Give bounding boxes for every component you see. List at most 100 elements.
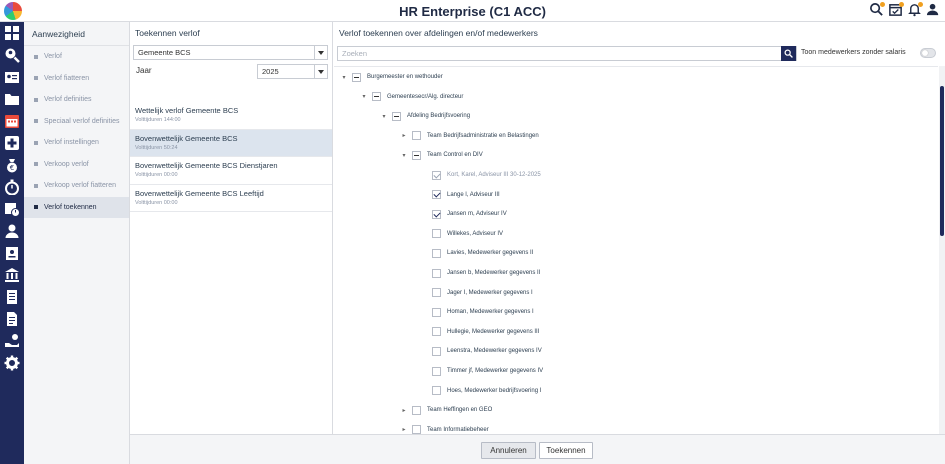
tree-node[interactable]: ▸ Team Heffingen en GEO [400, 400, 492, 420]
caret-down-icon[interactable]: ▾ [340, 74, 348, 81]
verlof-item[interactable]: Wettelijk verlof Gemeente BCS Volttijdure… [130, 102, 332, 130]
verlof-item-hours: Volttijduren 00:00 [135, 199, 178, 206]
chevron-down-icon[interactable] [314, 46, 327, 59]
tree-node[interactable]: Willekes, Adviseur IV [420, 224, 503, 244]
caret-down-icon[interactable]: ▾ [380, 113, 388, 120]
tree-node[interactable]: ▾ Afdeling Bedrijfsvoering [380, 106, 470, 126]
user-settings-icon[interactable] [926, 2, 941, 18]
money-bag-icon[interactable]: € [0, 154, 24, 176]
tree-node[interactable]: Hullegie, Medewerker gegevens III [420, 322, 539, 342]
search-input[interactable]: Zoeken [337, 46, 797, 61]
menu-item[interactable]: Verlof instellingen [24, 132, 129, 154]
badge-icon[interactable] [0, 242, 24, 264]
jaar-select[interactable]: 2025 [257, 64, 328, 79]
verlof-item[interactable]: Bovenwettelijk Gemeente BCS Dienstjaren V… [130, 157, 332, 185]
tree-checkbox[interactable] [432, 346, 441, 356]
tree-node-label: Homan, Medewerker gegevens I [447, 309, 534, 316]
toekennen-button[interactable]: Toekennen [539, 442, 593, 459]
search-person-icon[interactable] [869, 2, 885, 18]
tree-node[interactable]: Jager I, Medewerker gegevens I [420, 283, 533, 303]
search-icon [784, 49, 793, 58]
menu-item[interactable]: Speciaal verlof definities [24, 111, 129, 133]
tree-checkbox[interactable] [412, 425, 421, 434]
tree-node[interactable]: ▾ Gemeentesecr/Alg. directeur [360, 87, 463, 107]
user-icon[interactable] [0, 220, 24, 242]
search-person-icon[interactable] [0, 44, 24, 66]
caret-down-icon[interactable]: ▾ [400, 152, 408, 159]
tree-checkbox[interactable] [432, 209, 441, 219]
menu-item[interactable]: Verlof toekennen [24, 196, 129, 218]
hand-money-icon[interactable] [0, 330, 24, 352]
verlof-item[interactable]: Bovenwettelijk Gemeente BCS Volttijduren … [130, 129, 332, 157]
tree-checkbox[interactable] [392, 111, 401, 121]
gear-icon[interactable] [0, 352, 24, 374]
tree-node[interactable]: Lavies, Medewerker gegevens II [420, 243, 533, 263]
tree-checkbox[interactable] [432, 248, 441, 258]
tree-node-label: Timmer jf, Medewerker gegevens IV [447, 368, 544, 374]
tree-checkbox[interactable] [432, 268, 441, 278]
tree-checkbox[interactable] [432, 170, 441, 180]
tree-node[interactable]: Kort, Karel, Adviseur III 30-12-2025 [420, 165, 541, 185]
tree-node-label: Hoes, Medewerker bedrijfsvoering I [447, 387, 542, 394]
tree-checkbox[interactable] [432, 366, 441, 376]
regeling-select[interactable]: Gemeente BCS [133, 45, 328, 60]
tree-node[interactable]: ▾ Team Control en DIV [400, 145, 483, 165]
medical-cross-icon[interactable] [0, 132, 24, 154]
dashboard-icon[interactable] [0, 22, 24, 44]
tree-node[interactable]: ▸ Team Informatiebeheer [400, 420, 489, 434]
folder-icon[interactable] [0, 88, 24, 110]
panel-title: Verlof toekennen over afdelingen en/of m… [339, 28, 538, 38]
tree-node[interactable]: Leenstra, Medewerker gegevens IV [420, 341, 542, 361]
calendar-clock-icon[interactable] [0, 198, 24, 220]
verlof-item[interactable]: Bovenwettelijk Gemeente BCS Leeftijd Volt… [130, 185, 332, 212]
scrollbar-thumb[interactable] [940, 86, 944, 236]
tree-checkbox[interactable] [432, 307, 441, 317]
tree-checkbox[interactable] [412, 131, 421, 141]
chevron-down-icon[interactable] [314, 65, 327, 78]
tree-node[interactable]: Homan, Medewerker gegevens I [420, 302, 534, 322]
menu-item[interactable]: Verkoop verlof fiatteren [24, 175, 129, 197]
tree-checkbox[interactable] [432, 327, 441, 337]
document-icon[interactable] [0, 286, 24, 308]
menu-item-label: Verlof instellingen [44, 139, 99, 146]
cancel-button[interactable]: Annuleren [481, 442, 536, 459]
tree-checkbox[interactable] [432, 288, 441, 298]
tree-checkbox[interactable] [372, 92, 381, 102]
toggle-label: Toon medewerkers zonder salaris [801, 49, 906, 56]
tree-node-label: Hullegie, Medewerker gegevens III [447, 328, 540, 335]
caret-right-icon[interactable]: ▸ [400, 407, 408, 414]
tree-checkbox[interactable] [412, 405, 421, 415]
tree-node[interactable]: Timmer jf, Medewerker gegevens IV [420, 361, 543, 381]
id-card-icon[interactable] [0, 66, 24, 88]
tree-node-label: Team Heffingen en GEO [427, 407, 493, 414]
tree-node[interactable]: Hoes, Medewerker bedrijfsvoering I [420, 381, 541, 401]
tree-checkbox[interactable] [432, 386, 441, 396]
menu-item[interactable]: Verlof [24, 46, 129, 68]
caret-down-icon[interactable]: ▾ [360, 93, 368, 100]
tree-scrollbar[interactable] [939, 66, 945, 434]
stopwatch-icon[interactable] [0, 176, 24, 198]
tree-node[interactable]: ▸ Team Bedrijfsadministratie en Belasting… [400, 126, 539, 146]
document-lines-icon[interactable] [0, 308, 24, 330]
tree-node[interactable]: ▾ Burgemeester en wethouder [340, 67, 443, 87]
calendar-icon[interactable] [0, 110, 24, 132]
tree-checkbox[interactable] [432, 229, 441, 239]
show-without-salary-toggle[interactable] [920, 48, 936, 58]
tree-checkbox[interactable] [412, 150, 421, 160]
tree-checkbox[interactable] [432, 190, 441, 200]
calendar-check-icon[interactable] [888, 2, 904, 18]
menu-item[interactable]: Verlof fiatteren [24, 68, 129, 90]
tree-node[interactable]: Jansen m, Adviseur IV [420, 204, 507, 224]
tree-node-label: Leenstra, Medewerker gegevens IV [447, 348, 542, 355]
menu-item[interactable]: Verlof definities [24, 89, 129, 111]
search-button[interactable] [781, 46, 796, 61]
tree-node[interactable]: Jansen b, Medewerker gegevens II [420, 263, 540, 283]
caret-right-icon[interactable]: ▸ [400, 426, 408, 433]
bell-icon[interactable] [907, 2, 923, 18]
caret-right-icon[interactable]: ▸ [400, 132, 408, 139]
tree-checkbox[interactable] [352, 72, 361, 82]
bank-icon[interactable] [0, 264, 24, 286]
tree-node-label: Team Bedrijfsadministratie en Belastinge… [427, 132, 539, 139]
menu-item[interactable]: Verkoop verlof [24, 154, 129, 176]
tree-node[interactable]: Lange l, Adviseur III [420, 185, 500, 205]
